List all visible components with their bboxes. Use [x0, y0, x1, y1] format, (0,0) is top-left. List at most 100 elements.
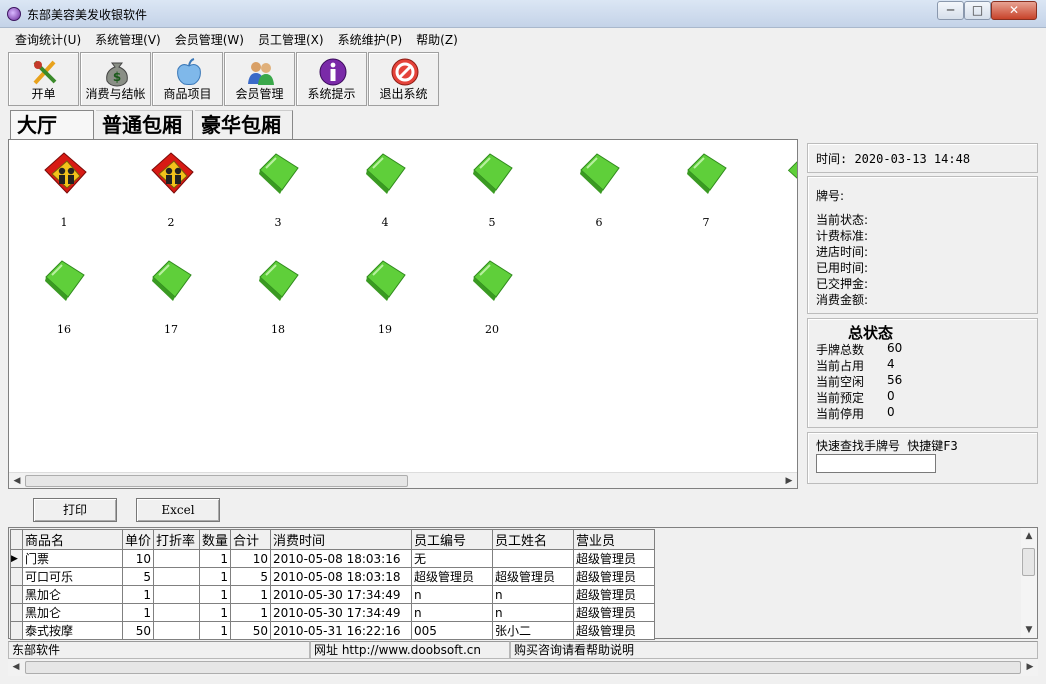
table-cell[interactable]: 1: [199, 621, 232, 640]
col-total[interactable]: 合计: [230, 529, 272, 550]
row-indicator[interactable]: [10, 585, 23, 604]
menu-query[interactable]: 查询统计(U): [8, 29, 88, 51]
table-cell[interactable]: 黑加仑: [22, 585, 123, 604]
members-button[interactable]: 会员管理: [224, 52, 295, 106]
menu-members[interactable]: 会员管理(W): [168, 29, 251, 51]
table-cell[interactable]: n: [492, 585, 575, 604]
table-cell[interactable]: 超级管理员: [411, 567, 494, 586]
row-pointer-icon[interactable]: ▶: [10, 549, 23, 568]
table-cell[interactable]: 1: [230, 585, 272, 604]
room-16[interactable]: 16: [34, 253, 94, 336]
table-cell[interactable]: n: [492, 603, 575, 622]
col-discount[interactable]: 打折率: [153, 529, 201, 550]
quick-find-input[interactable]: [816, 454, 936, 473]
scroll-left-icon[interactable]: ◀: [9, 473, 25, 489]
table-cell[interactable]: 超级管理员: [573, 603, 656, 622]
table-cell[interactable]: 超级管理员: [573, 585, 656, 604]
scroll-down-icon[interactable]: ▼: [1021, 622, 1037, 638]
col-staff-id[interactable]: 员工编号: [411, 529, 494, 550]
table-row[interactable]: 泰式按摩 50 1 50 2010-05-31 16:22:16 005 张小二 超级管理员: [10, 621, 656, 640]
col-staff-name[interactable]: 员工姓名: [492, 529, 575, 550]
exit-button[interactable]: 退出系统: [368, 52, 439, 106]
table-cell[interactable]: 10: [230, 549, 272, 568]
row-indicator[interactable]: [10, 603, 23, 622]
table-cell[interactable]: 2010-05-08 18:03:16: [270, 549, 413, 568]
table-cell[interactable]: 1: [230, 603, 272, 622]
table-cell[interactable]: n: [411, 585, 494, 604]
table-vertical-scrollbar[interactable]: ▲ ▼: [1021, 528, 1037, 638]
tab-luxury-room[interactable]: 豪华包厢: [195, 110, 293, 139]
table-cell[interactable]: 无: [411, 549, 494, 568]
room-17[interactable]: 17: [141, 253, 201, 336]
minimize-button[interactable]: ─: [937, 1, 964, 20]
scroll-left-icon[interactable]: ◀: [8, 659, 24, 675]
col-unit-price[interactable]: 单价: [121, 529, 155, 550]
table-cell[interactable]: 2010-05-30 17:34:49: [270, 585, 413, 604]
close-button[interactable]: ✕: [991, 1, 1037, 20]
table-row[interactable]: 黑加仑 1 1 1 2010-05-30 17:34:49 n n 超级管理员: [10, 585, 656, 604]
table-cell[interactable]: 005: [411, 621, 494, 640]
table-cell[interactable]: 张小二: [492, 621, 575, 640]
room-7[interactable]: 7: [676, 146, 736, 229]
table-cell[interactable]: 2010-05-30 17:34:49: [270, 603, 413, 622]
scroll-thumb[interactable]: [1022, 548, 1035, 576]
col-consume-time[interactable]: 消费时间: [270, 529, 413, 550]
table-cell[interactable]: 50: [230, 621, 272, 640]
bottom-horizontal-scrollbar[interactable]: ◀ ▶: [8, 659, 1038, 676]
table-cell[interactable]: n: [411, 603, 494, 622]
products-button[interactable]: 商品项目: [152, 52, 223, 106]
tab-hall[interactable]: 大厅: [10, 110, 94, 139]
excel-export-button[interactable]: Excel: [136, 498, 220, 522]
table-cell[interactable]: 1: [199, 585, 232, 604]
print-button[interactable]: 打印: [33, 498, 117, 522]
menu-maintenance[interactable]: 系统维护(P): [331, 29, 410, 51]
room-horizontal-scrollbar[interactable]: ◀ ▶: [9, 472, 797, 488]
table-row[interactable]: 可口可乐 5 1 5 2010-05-08 18:03:18 超级管理员 超级管理员 超级管理…: [10, 567, 656, 586]
room-2[interactable]: 2: [141, 146, 201, 229]
table-cell[interactable]: 超级管理员: [573, 549, 656, 568]
col-product-name[interactable]: 商品名: [22, 529, 123, 550]
table-cell[interactable]: 泰式按摩: [22, 621, 123, 640]
table-cell[interactable]: [153, 621, 201, 640]
table-cell[interactable]: [492, 549, 575, 568]
table-cell[interactable]: 5: [121, 567, 155, 586]
table-cell[interactable]: 1: [121, 585, 155, 604]
table-cell[interactable]: 1: [199, 603, 232, 622]
menu-system[interactable]: 系统管理(V): [88, 29, 168, 51]
table-cell[interactable]: 超级管理员: [573, 621, 656, 640]
room-4[interactable]: 4: [355, 146, 415, 229]
table-cell[interactable]: 2010-05-31 16:22:16: [270, 621, 413, 640]
row-indicator[interactable]: [10, 621, 23, 640]
room-5[interactable]: 5: [462, 146, 522, 229]
scroll-thumb[interactable]: [25, 475, 408, 487]
table-cell[interactable]: [153, 585, 201, 604]
scroll-right-icon[interactable]: ▶: [1022, 659, 1038, 675]
table-cell[interactable]: 黑加仑: [22, 603, 123, 622]
table-row[interactable]: ▶ 门票 10 1 10 2010-05-08 18:03:16 无超级管理员: [10, 549, 656, 568]
scroll-thumb[interactable]: [25, 661, 1021, 674]
table-cell[interactable]: 1: [199, 567, 232, 586]
title-bar[interactable]: 东部美容美发收银软件 ─ □ ✕: [0, 0, 1046, 28]
col-salesperson[interactable]: 营业员: [573, 529, 656, 550]
room-1[interactable]: 1: [34, 146, 94, 229]
table-cell[interactable]: 超级管理员: [492, 567, 575, 586]
table-cell[interactable]: 5: [230, 567, 272, 586]
room-6[interactable]: 6: [569, 146, 629, 229]
col-quantity[interactable]: 数量: [199, 529, 232, 550]
table-cell[interactable]: [153, 549, 201, 568]
table-cell[interactable]: 可口可乐: [22, 567, 123, 586]
checkout-button[interactable]: $ 消费与结帐: [80, 52, 151, 106]
table-cell[interactable]: 门票: [22, 549, 123, 568]
table-cell[interactable]: [153, 567, 201, 586]
open-order-button[interactable]: 开单: [8, 52, 79, 106]
table-cell[interactable]: 1: [121, 603, 155, 622]
room-18[interactable]: 18: [248, 253, 308, 336]
menu-staff[interactable]: 员工管理(X): [251, 29, 331, 51]
row-indicator[interactable]: [10, 567, 23, 586]
room-3[interactable]: 3: [248, 146, 308, 229]
room-19[interactable]: 19: [355, 253, 415, 336]
maximize-button[interactable]: □: [964, 1, 991, 20]
table-cell[interactable]: 2010-05-08 18:03:18: [270, 567, 413, 586]
tab-normal-room[interactable]: 普通包厢: [96, 110, 193, 139]
table-cell[interactable]: [153, 603, 201, 622]
